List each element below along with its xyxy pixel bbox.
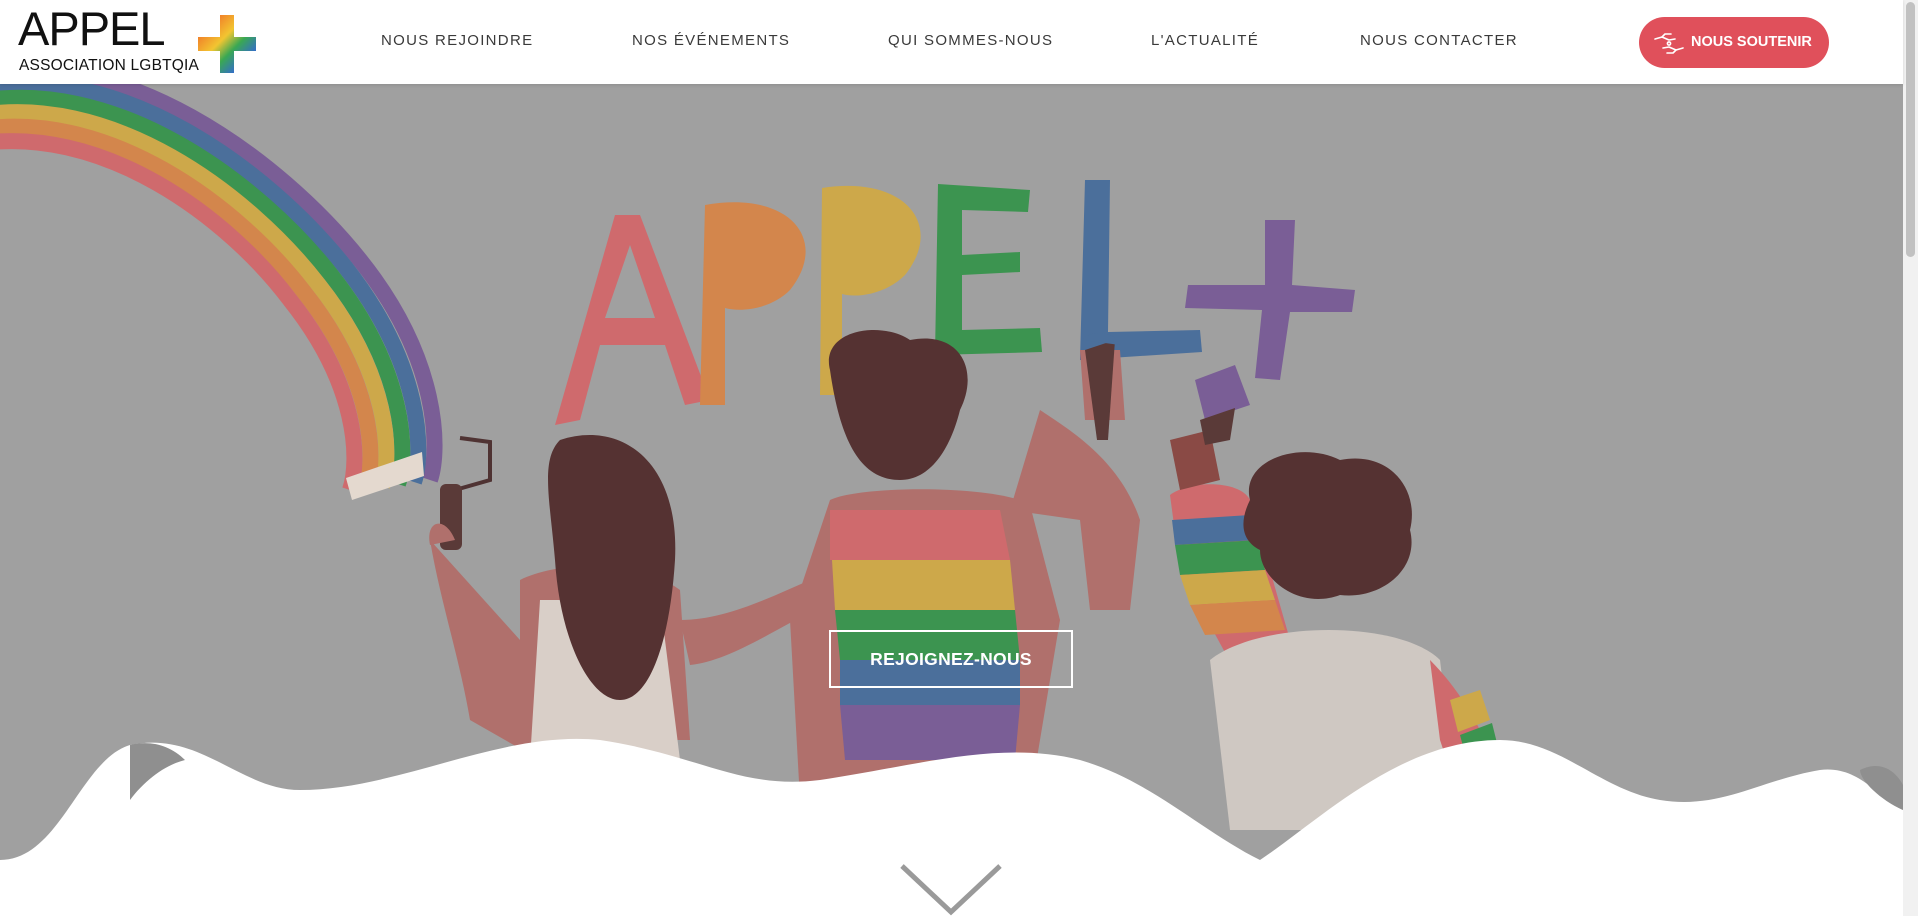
join-us-button[interactable]: REJOIGNEZ-NOUS <box>829 630 1073 688</box>
site-header: APPEL ASSOCIATION LGBTQIA NOUS REJOINDRE… <box>0 0 1903 84</box>
support-button-label: NOUS SOUTENIR <box>1691 34 1812 50</box>
nav-qui-sommes-nous[interactable]: QUI SOMMES-NOUS <box>888 32 1053 49</box>
support-button[interactable]: NOUS SOUTENIR <box>1639 17 1829 68</box>
nav-nos-evenements[interactable]: NOS ÉVÉNEMENTS <box>632 32 790 49</box>
rainbow-plus-icon <box>198 15 256 73</box>
scrollbar-thumb[interactable] <box>1906 2 1915 257</box>
nav-nous-contacter[interactable]: NOUS CONTACTER <box>1360 32 1518 49</box>
nav-actualite[interactable]: L'ACTUALITÉ <box>1151 32 1259 49</box>
hero-section: REJOIGNEZ-NOUS <box>0 84 1903 916</box>
logo-subtitle: ASSOCIATION LGBTQIA <box>19 57 200 74</box>
nav-nous-rejoindre[interactable]: NOUS REJOINDRE <box>381 32 533 49</box>
rainbow-stroke-illustration <box>0 84 443 500</box>
site-logo[interactable]: APPEL ASSOCIATION LGBTQIA <box>18 4 258 78</box>
person-middle-illustration <box>790 330 1140 800</box>
donate-hands-icon <box>1654 33 1684 54</box>
hero-illustration <box>0 84 1903 916</box>
logo-title: APPEL <box>18 2 166 55</box>
chevron-down-icon[interactable] <box>898 862 1004 916</box>
